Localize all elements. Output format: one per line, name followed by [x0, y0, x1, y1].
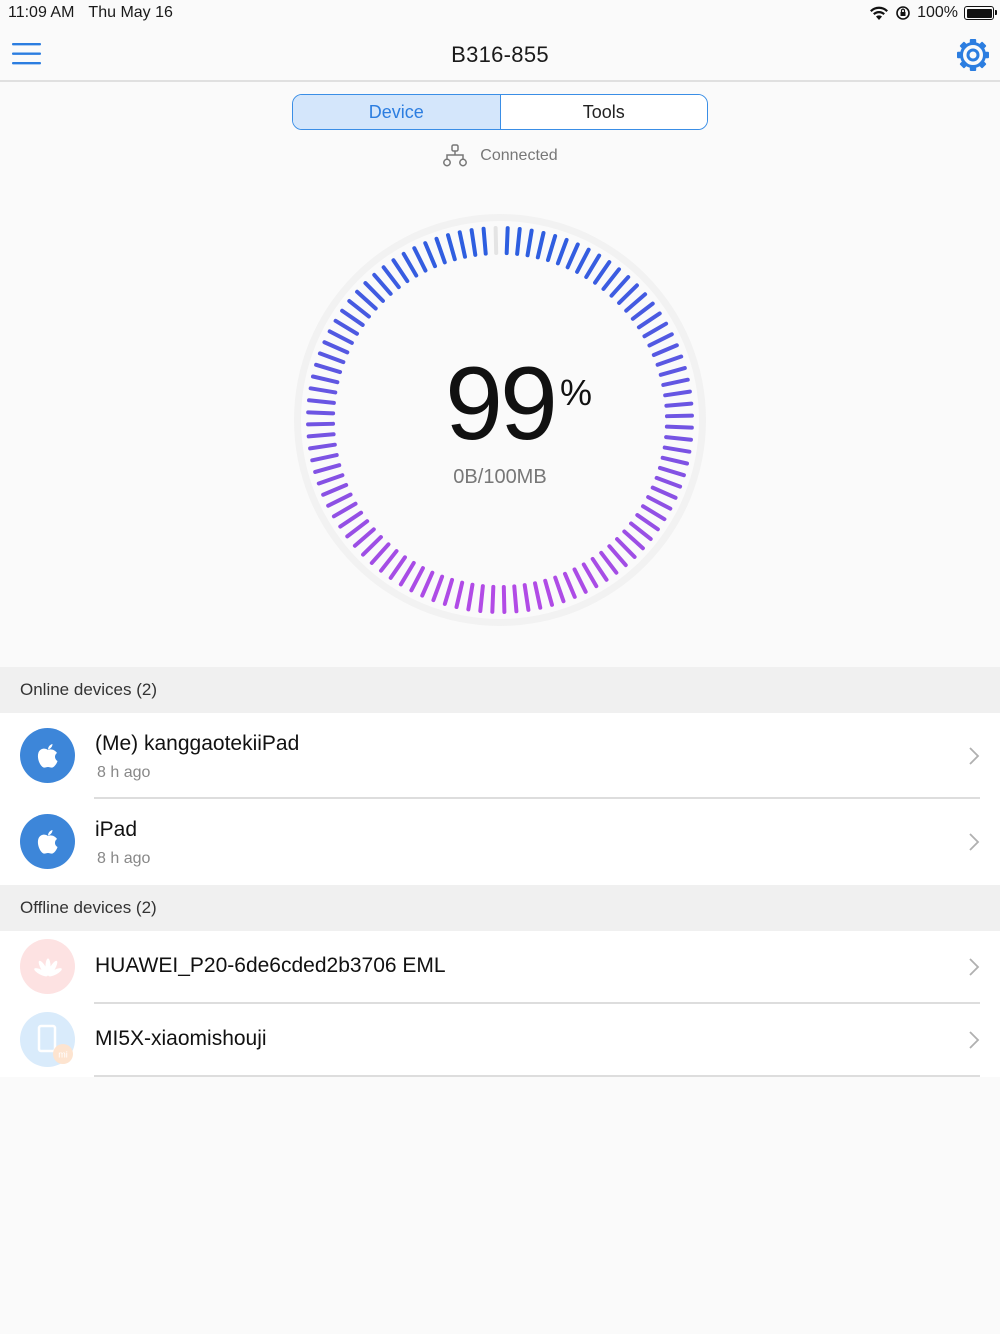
device-row-huawei[interactable]: HUAWEI_P20-6de6cded2b3706 EML [0, 931, 1000, 1004]
connection-status: Connected [0, 144, 1000, 168]
device-name: iPad [95, 818, 138, 841]
xiaomi-phone-icon: mi [37, 1024, 73, 1064]
device-row-ipad[interactable]: iPad 8 h ago [0, 799, 1000, 885]
battery-percent: 100% [917, 4, 958, 21]
gauge-tick [501, 584, 507, 614]
page-title: B316-855 [451, 42, 549, 67]
apple-icon [37, 743, 57, 768]
tab-tools[interactable]: Tools [500, 95, 707, 129]
status-bar: 11:09 AM Thu May 16 100% [0, 0, 1000, 26]
network-topology-icon [443, 144, 468, 167]
device-name: MI5X-xiaomishouji [95, 1027, 267, 1050]
navigation-bar: B316-855 [0, 26, 1000, 82]
gauge-tick [515, 227, 522, 256]
device-avatar [20, 814, 75, 869]
gear-icon[interactable] [956, 38, 990, 72]
online-devices-header: Online devices (2) [0, 667, 1000, 713]
device-name: (Me) kanggaotekiiPad [95, 732, 300, 755]
status-time: 11:09 AM [8, 4, 75, 21]
apple-icon [37, 829, 57, 854]
chevron-right-icon [969, 958, 980, 976]
wifi-icon [870, 6, 889, 20]
device-last-seen: 8 h ago [97, 764, 151, 781]
gauge-percent-sign: % [560, 372, 593, 413]
connection-status-label: Connected [480, 147, 558, 164]
device-last-seen: 8 h ago [97, 850, 151, 867]
xiaomi-badge: mi [58, 1050, 68, 1060]
chevron-right-icon [969, 1031, 980, 1049]
device-avatar [20, 939, 75, 994]
gauge-value: 99 [0, 352, 1000, 456]
device-row-me-ipad[interactable]: (Me) kanggaotekiiPad 8 h ago [0, 713, 1000, 799]
gauge-tick [481, 226, 488, 256]
gauge-tick [490, 584, 496, 614]
device-avatar [20, 728, 75, 783]
segmented-control: Device Tools [292, 94, 708, 130]
gauge-tick [478, 584, 485, 613]
device-name: HUAWEI_P20-6de6cded2b3706 EML [95, 954, 446, 977]
device-avatar: mi [20, 1012, 75, 1067]
status-date: Thu May 16 [88, 4, 173, 21]
battery-fill [966, 8, 992, 18]
rotation-lock-icon [896, 6, 910, 20]
tab-device[interactable]: Device [293, 95, 501, 129]
battery-icon [964, 6, 997, 20]
gauge-tick [504, 226, 510, 256]
row-divider [94, 1075, 980, 1077]
gauge-usage-text: 0B/100MB [453, 466, 547, 488]
gauge-percent-number: 99 [445, 346, 558, 462]
gauge-tick [512, 584, 519, 614]
huawei-icon [33, 958, 62, 976]
device-row-xiaomi[interactable]: mi MI5X-xiaomishouji [0, 1004, 1000, 1077]
gauge-tick [493, 226, 499, 256]
chevron-right-icon [969, 833, 980, 851]
chevron-right-icon [969, 747, 980, 765]
offline-devices-header: Offline devices (2) [0, 885, 1000, 931]
